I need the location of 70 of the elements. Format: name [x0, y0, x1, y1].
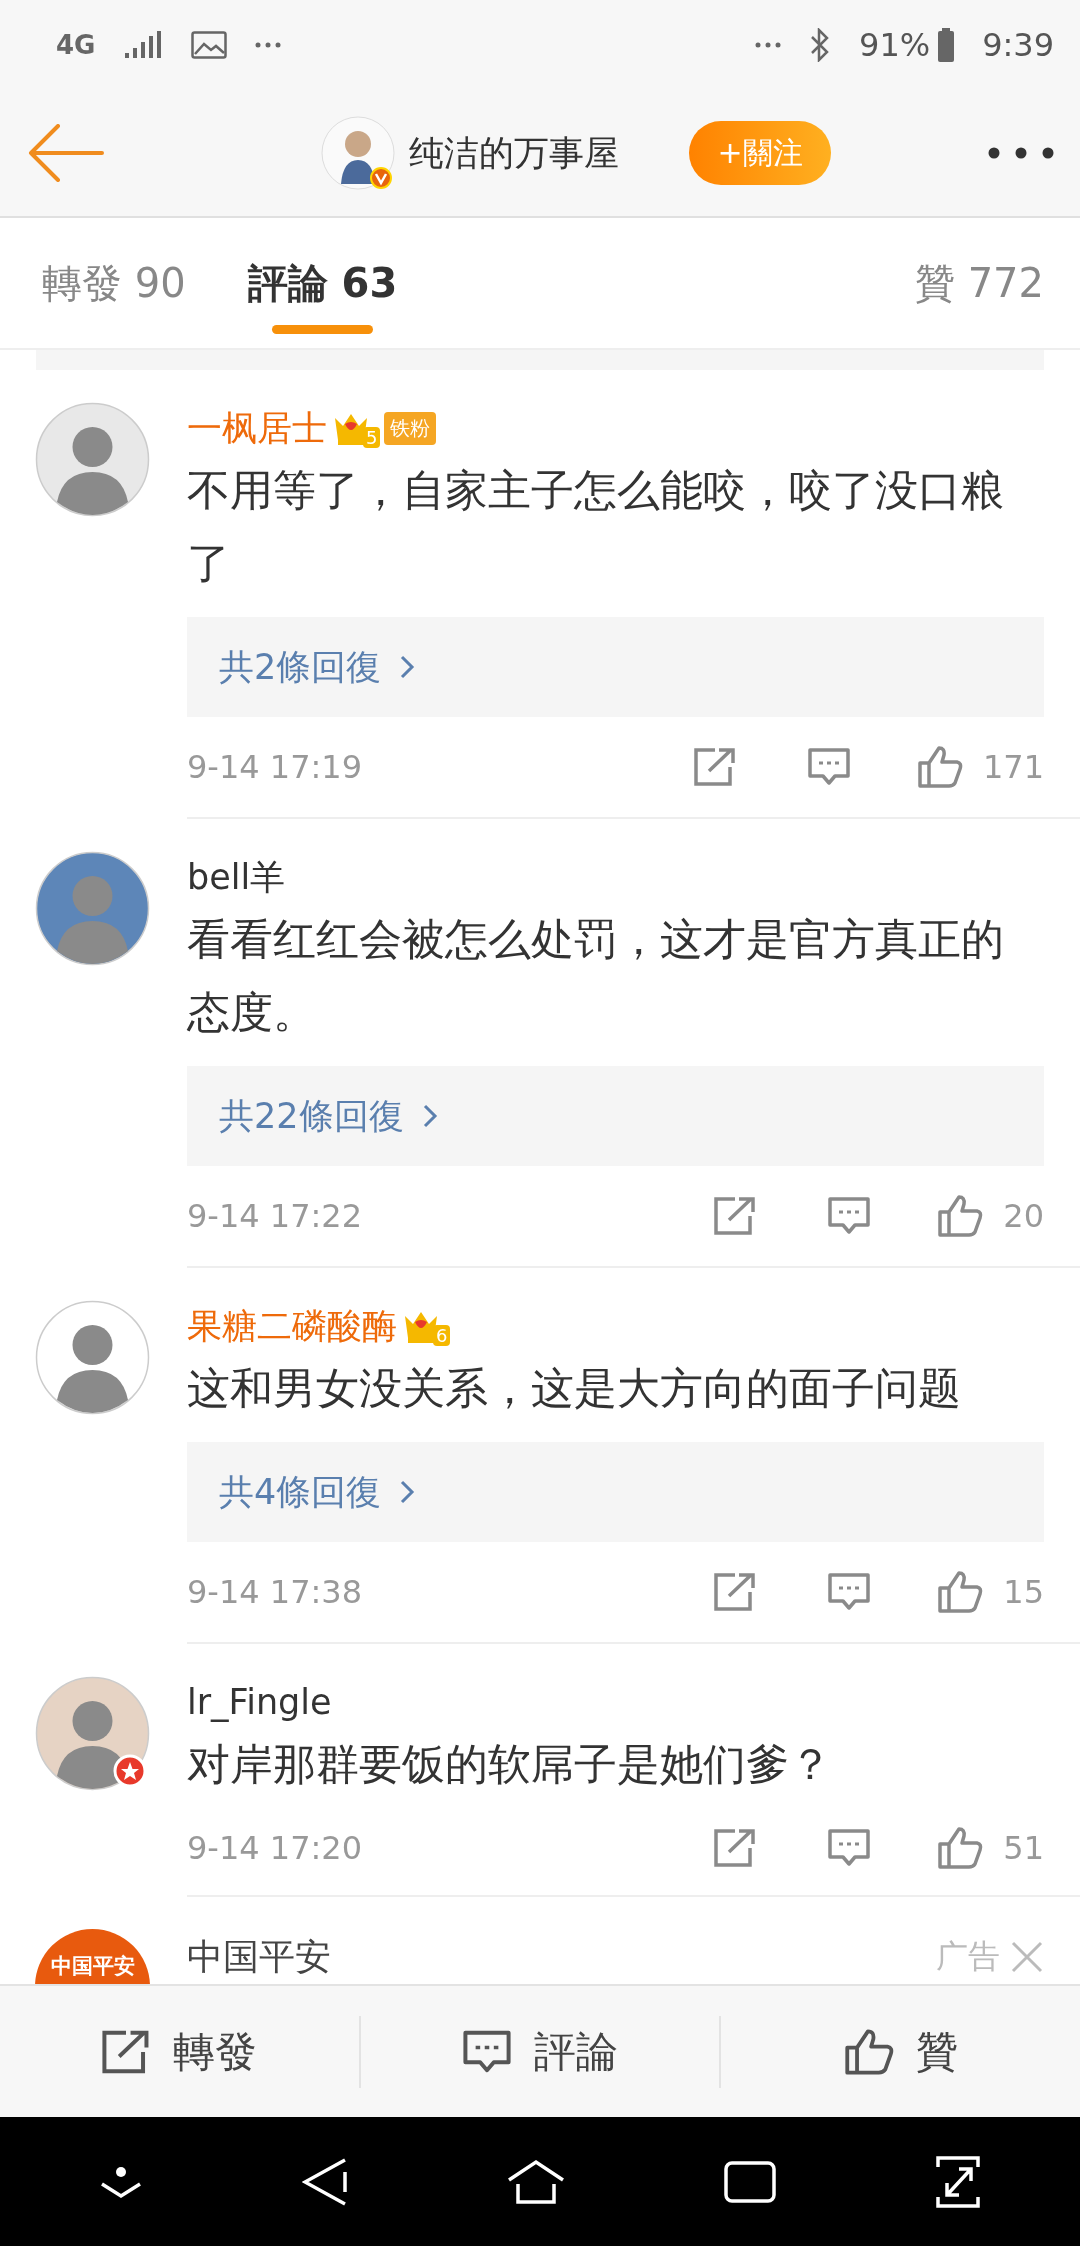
replies-link[interactable]: 共2條回復 — [187, 617, 1044, 717]
recent-apps-icon[interactable] — [723, 2160, 776, 2203]
image-icon — [191, 31, 228, 59]
ad-label: 广告 — [936, 1936, 1000, 1977]
replies-link[interactable]: 共4條回復 — [187, 1442, 1044, 1542]
more-icon — [255, 42, 282, 48]
ad-logo: 中国平安 — [35, 1929, 150, 1984]
comment-text: 不用等了，自家主子怎么能咬，咬了没口粮了 — [187, 464, 1005, 590]
share-icon[interactable] — [713, 1828, 758, 1868]
replies-link[interactable]: 共22條回復 — [187, 1066, 1044, 1166]
more-icon[interactable] — [988, 147, 1054, 159]
comment-time: 9-14 17:38 — [187, 1573, 362, 1611]
network-type: 4G — [56, 30, 96, 60]
fan-level: 6 — [433, 1324, 451, 1346]
more-icon — [755, 42, 781, 48]
page-title: 纯洁的万事屋 — [409, 131, 620, 175]
tab[interactable]: 轉發 90 — [42, 218, 186, 348]
thumbs-up-icon — [843, 2027, 894, 2076]
user-name[interactable]: 一枫居士 — [187, 404, 327, 452]
home-icon[interactable] — [507, 2158, 565, 2205]
avatar[interactable] — [321, 116, 396, 190]
action-button[interactable]: 轉發 — [0, 1986, 359, 2117]
share-icon[interactable] — [713, 1196, 758, 1236]
comment-icon[interactable] — [827, 1572, 872, 1612]
comment-text: 这和男女没关系，这是大方向的面子问题 — [187, 1362, 962, 1415]
like-count: 51 — [1003, 1829, 1044, 1867]
user-name[interactable]: bell羊 — [187, 853, 286, 901]
thumbs-up-icon[interactable] — [937, 1826, 984, 1870]
battery-percent: 91% — [859, 26, 931, 64]
chevron-right-icon — [399, 654, 416, 680]
user-name[interactable]: lr_Fingle — [187, 1682, 332, 1722]
like-count: 20 — [1003, 1197, 1044, 1235]
follow-button[interactable]: +關注 — [689, 121, 831, 185]
thumbs-up-icon[interactable] — [916, 745, 963, 789]
fan-badge: 铁粉 — [384, 411, 437, 445]
comment-time: 9-14 17:19 — [187, 748, 362, 786]
bluetooth-icon — [809, 28, 831, 62]
avatar[interactable] — [35, 1676, 150, 1791]
avatar[interactable] — [35, 1300, 150, 1415]
chevron-right-icon — [421, 1103, 438, 1129]
close-icon[interactable] — [1010, 1940, 1044, 1974]
tab[interactable]: 贊 772 — [914, 218, 1044, 348]
avatar[interactable] — [35, 402, 150, 517]
advertiser-name: 中国平安 — [187, 1934, 331, 1979]
action-button[interactable]: 評論 — [360, 1986, 720, 2117]
tab[interactable]: 評論 63 — [247, 218, 398, 348]
comment-icon[interactable] — [827, 1828, 872, 1868]
battery-icon — [938, 28, 955, 62]
comment-icon[interactable] — [806, 747, 851, 787]
back-icon[interactable] — [302, 2156, 349, 2207]
share-icon[interactable] — [713, 1572, 758, 1612]
comment-text: 对岸那群要饭的软屌子是她们爹？ — [187, 1738, 833, 1791]
comment-time: 9-14 17:22 — [187, 1197, 362, 1235]
fan-level: 5 — [363, 426, 381, 448]
comment-text: 看看红红会被怎么处罚，这才是官方真正的态度。 — [187, 913, 1005, 1039]
comment-icon — [462, 2028, 512, 2075]
like-count: 171 — [982, 748, 1044, 786]
clock: 9:39 — [982, 26, 1054, 64]
like-count: 15 — [1003, 1573, 1044, 1611]
thumbs-up-icon[interactable] — [937, 1570, 984, 1614]
thumbs-up-icon[interactable] — [937, 1194, 984, 1238]
action-button[interactable]: 贊 — [721, 1986, 1080, 2117]
comment-icon[interactable] — [827, 1196, 872, 1236]
chevron-right-icon — [399, 1479, 416, 1505]
share-icon[interactable] — [692, 747, 737, 787]
user-name[interactable]: 果糖二磷酸酶 — [187, 1302, 397, 1350]
signal-icon — [123, 31, 164, 59]
expand-icon[interactable] — [934, 2154, 981, 2209]
comment-time: 9-14 17:20 — [187, 1829, 362, 1867]
avatar[interactable] — [35, 851, 150, 966]
